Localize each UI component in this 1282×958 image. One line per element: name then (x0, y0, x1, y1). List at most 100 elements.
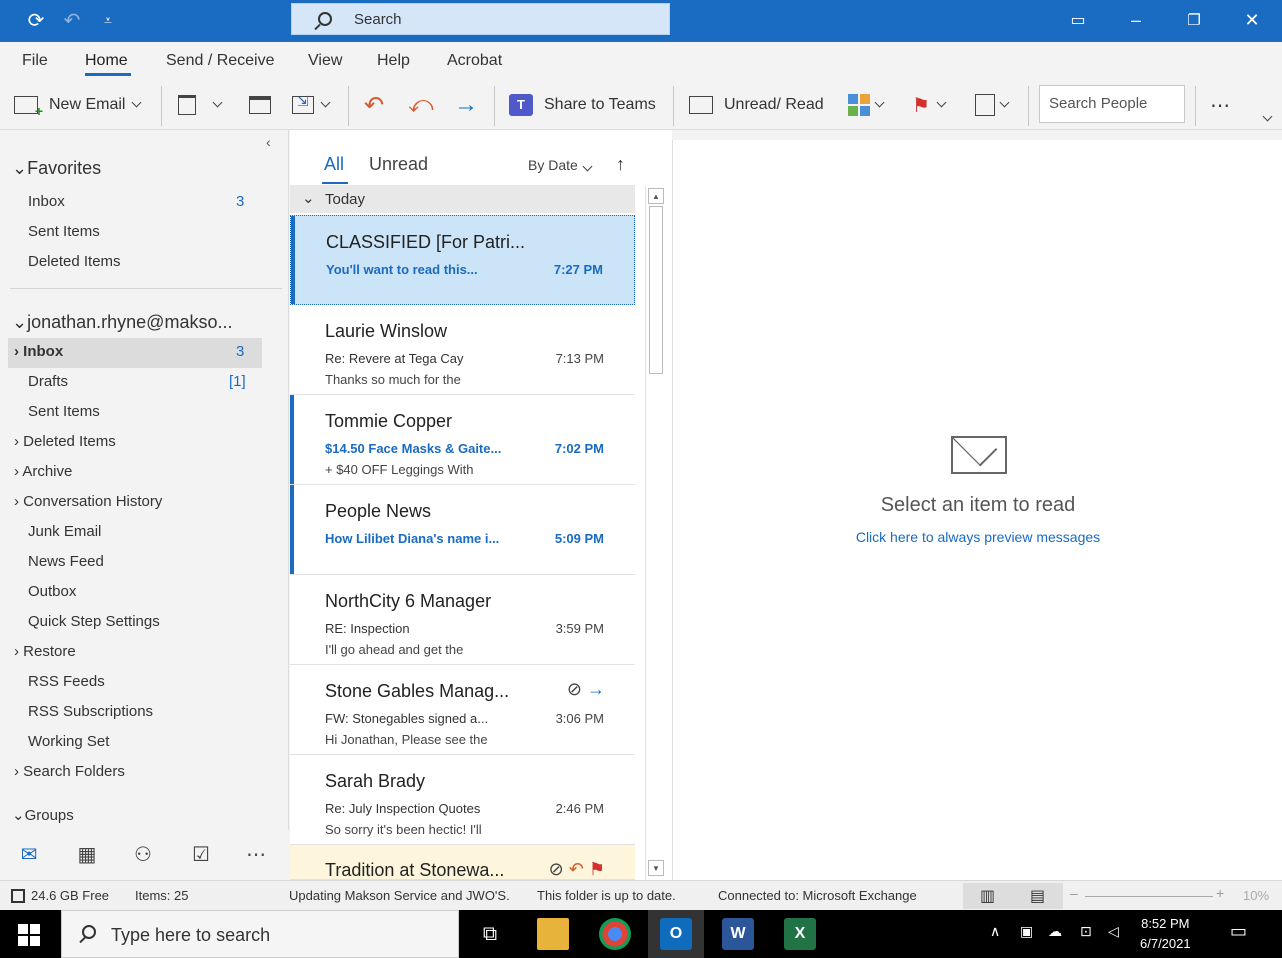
unread-read-button[interactable]: Unread/ Read (689, 90, 824, 120)
disk-icon (11, 889, 25, 903)
restore-button[interactable]: ❐ (1166, 0, 1222, 40)
favorite-deleted-items[interactable]: Deleted Items (28, 253, 121, 270)
folder-rss-feeds[interactable]: RSS Feeds (28, 673, 105, 690)
reply-icon[interactable]: ↶ (364, 90, 384, 120)
new-email-button[interactable]: + New Email (14, 90, 142, 120)
favorite-inbox[interactable]: Inbox (28, 193, 65, 210)
tab-all[interactable]: All (324, 154, 344, 175)
message-item[interactable]: CLASSIFIED [For Patri... You'll want to … (290, 215, 635, 305)
word-icon[interactable]: W (722, 918, 754, 950)
follow-up-button[interactable]: ⚑ (912, 90, 947, 120)
ribbon-expand-button[interactable] (1256, 104, 1273, 134)
menu-file[interactable]: File (22, 52, 48, 70)
folder-sent-items[interactable]: Sent Items (28, 403, 100, 420)
folder-search-folders[interactable]: › Search Folders (14, 763, 125, 780)
windows-start-icon[interactable] (18, 924, 40, 946)
folder-deleted-items[interactable]: › Deleted Items (14, 433, 116, 450)
message-item[interactable]: Tradition at Stonewa... ⊘ ↶ ⚑ (290, 845, 635, 880)
more-apps-icon[interactable]: ⋯ (244, 842, 270, 866)
folder-outbox[interactable]: Outbox (28, 583, 76, 600)
excel-icon[interactable]: X (784, 918, 816, 950)
message-item[interactable]: People News How Lilibet Diana's name i..… (290, 485, 635, 575)
menu-send-receive[interactable]: Send / Receive (166, 52, 275, 70)
reading-view-icon[interactable]: ▤ (1030, 886, 1045, 906)
minimize-button[interactable]: – (1108, 0, 1164, 40)
zoom-out-button[interactable]: – (1070, 885, 1078, 901)
delete-button[interactable] (178, 90, 223, 120)
always-preview-link[interactable]: Click here to always preview messages (673, 529, 1282, 545)
chevron-right-icon: › (14, 463, 19, 480)
message-subject: FW: Stonegables signed a... (325, 711, 489, 726)
folder-news-feed[interactable]: News Feed (28, 553, 104, 570)
menu-view[interactable]: View (308, 52, 342, 70)
zoom-slider[interactable] (1085, 896, 1213, 897)
message-item[interactable]: Tommie Copper $14.50 Face Masks & Gaite.… (290, 395, 635, 485)
move-button[interactable]: ⇲ (292, 90, 331, 120)
tasks-icon[interactable]: ☑ (188, 842, 214, 866)
share-to-teams-button[interactable]: T Share to Teams (509, 90, 656, 120)
groups-header[interactable]: ⌄Groups (12, 806, 74, 824)
mail-icon[interactable]: ✉ (16, 842, 42, 866)
sort-by-date[interactable]: By Date (528, 157, 593, 173)
file-explorer-icon[interactable] (537, 918, 569, 950)
archive-button[interactable] (249, 90, 271, 120)
zoom-in-button[interactable]: + (1216, 885, 1224, 901)
categorize-button[interactable] (848, 90, 885, 120)
tray-app-icon[interactable]: ▣ (1020, 923, 1033, 940)
task-view-icon[interactable]: ⧉ (474, 918, 506, 950)
more-options-icon[interactable]: ⋯ (1210, 90, 1232, 120)
scrollbar-thumb[interactable] (649, 206, 663, 374)
menu-acrobat[interactable]: Acrobat (447, 52, 502, 70)
taskbar-clock[interactable]: 8:52 PM 6/7/2021 (1140, 914, 1191, 954)
ribbon-display-icon[interactable]: ▭ (1050, 0, 1106, 40)
collapse-pane-icon[interactable]: ‹ (266, 134, 271, 150)
undo-icon[interactable]: ↶ (54, 0, 90, 40)
folder-restore[interactable]: › Restore (14, 643, 76, 660)
sync-icon[interactable]: ⟳ (18, 0, 54, 40)
scroll-down-icon[interactable]: ▼ (648, 860, 664, 876)
reply-all-icon[interactable]: ⤺ (408, 90, 434, 120)
message-item[interactable]: Laurie Winslow Re: Revere at Tega Cay Th… (290, 305, 635, 395)
onedrive-icon[interactable]: ☁ (1048, 923, 1062, 940)
scroll-up-icon[interactable]: ▲ (648, 188, 664, 204)
chrome-icon[interactable] (599, 918, 631, 950)
message-item[interactable]: Stone Gables Manag... ⊘ → FW: Stonegable… (290, 665, 635, 755)
message-item[interactable]: NorthCity 6 Manager RE: Inspection I'll … (290, 575, 635, 665)
quick-access-dropdown-icon[interactable]: ⩡ (90, 0, 126, 40)
menu-bar: File Home Send / Receive View Help Acrob… (0, 42, 1282, 80)
favorites-header[interactable]: ⌄Favorites (12, 158, 101, 179)
search-box[interactable]: Search (291, 3, 670, 35)
folder-drafts[interactable]: Drafts (28, 373, 68, 390)
network-icon[interactable]: ⊡ (1080, 923, 1092, 940)
folder-rss-subscriptions[interactable]: RSS Subscriptions (28, 703, 153, 720)
show-hidden-icons[interactable]: ∧ (990, 923, 1000, 940)
tab-unread[interactable]: Unread (369, 154, 428, 175)
favorite-sent-items[interactable]: Sent Items (28, 223, 100, 240)
rules-button[interactable] (975, 90, 1010, 120)
group-header-today[interactable]: ⌄ Today (290, 185, 635, 213)
message-item[interactable]: Sarah Brady Re: July Inspection Quotes S… (290, 755, 635, 845)
chevron-right-icon: › (14, 433, 19, 450)
folder-inbox[interactable]: › Inbox (14, 343, 63, 360)
sort-direction-icon[interactable]: ↑ (616, 154, 625, 175)
folder-junk-email[interactable]: Junk Email (28, 523, 101, 540)
account-header[interactable]: ⌄jonathan.rhyne@makso... (12, 312, 232, 333)
menu-help[interactable]: Help (377, 52, 410, 70)
folder-conversation-history[interactable]: › Conversation History (14, 493, 162, 510)
calendar-icon[interactable]: ▦ (74, 842, 100, 866)
outlook-icon[interactable]: O (660, 918, 692, 950)
forward-icon[interactable]: → (454, 90, 478, 120)
volume-icon[interactable]: ◁ (1108, 923, 1119, 940)
folder-archive[interactable]: › Archive (14, 463, 72, 480)
close-button[interactable]: ✕ (1224, 0, 1280, 40)
taskbar-search[interactable]: Type here to search (61, 910, 459, 958)
folder-working-set[interactable]: Working Set (28, 733, 109, 750)
menu-home[interactable]: Home (85, 52, 128, 70)
people-icon[interactable]: ⚇ (130, 842, 156, 866)
search-people-input[interactable]: Search People (1039, 85, 1185, 123)
notifications-icon[interactable]: ▭ (1230, 921, 1247, 942)
message-subject: Re: Revere at Tega Cay (325, 351, 464, 366)
message-list-scrollbar[interactable]: ▲ ▼ (645, 186, 665, 880)
normal-view-icon[interactable]: ▥ (980, 886, 995, 906)
folder-quick-step-settings[interactable]: Quick Step Settings (28, 613, 160, 630)
